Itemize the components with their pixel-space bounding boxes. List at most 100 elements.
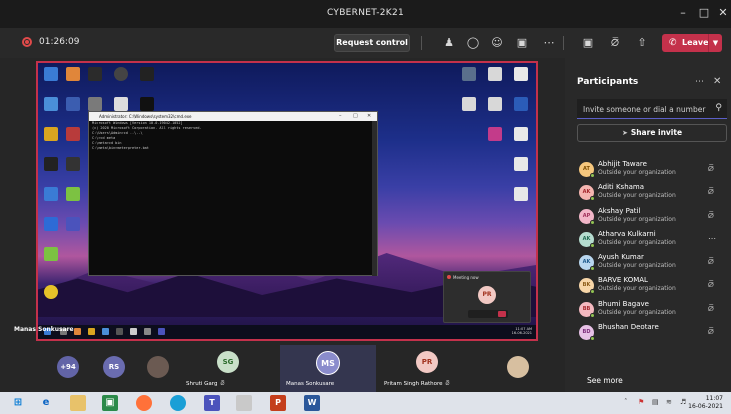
taskbar-app-icon[interactable] [236, 395, 252, 411]
chevron-down-icon[interactable]: ▼ [708, 34, 722, 52]
firefox-icon[interactable] [136, 395, 152, 411]
invite-input[interactable] [583, 102, 708, 116]
share-invite-button[interactable]: ➤ Share invite [577, 124, 727, 142]
status-badge [590, 196, 595, 202]
maximize-icon[interactable]: □ [697, 6, 711, 20]
participant-row[interactable]: BD Bhushan Deotare ⦱ [565, 321, 731, 344]
maximize-icon: □ [353, 113, 358, 119]
participant-tile[interactable]: MS Manas Sonkusare [280, 345, 376, 392]
participant-org: Outside your organization [598, 215, 676, 223]
minimize-icon[interactable]: – [676, 6, 690, 20]
volume-icon[interactable]: ♬ [680, 398, 686, 406]
wifi-icon[interactable]: ≋ [666, 398, 672, 406]
avatar-initials: BD [582, 329, 591, 336]
shared-clock: 11:07 AM 16-06-2021 [512, 327, 532, 335]
participant-org: Outside your organization [598, 238, 676, 246]
avatar-initials: BK [582, 282, 591, 289]
cmd-title-bar: Administrator: C:\Windows\system32\cmd.e… [89, 112, 377, 121]
mic-off-icon: ⦱ [708, 210, 714, 220]
desktop-icon [140, 97, 154, 111]
more-options-icon[interactable]: ⋯ [695, 77, 704, 87]
participant-row[interactable]: BK BARVE KOMAL Outside your organization ⦱ [565, 274, 731, 297]
people-icon[interactable]: ♟ [441, 35, 457, 51]
desktop-icon [44, 217, 58, 231]
desktop-icon [66, 97, 80, 111]
avatar: AK [579, 231, 595, 248]
taskbar-app-icon [130, 328, 137, 335]
network-icon[interactable]: ▤ [652, 398, 659, 406]
avatar-initials: BB [582, 305, 591, 312]
request-control-button[interactable]: Request control [334, 34, 410, 52]
avatar: BB [579, 301, 595, 318]
participant-tile[interactable] [140, 345, 176, 392]
teams-icon[interactable]: T [204, 395, 220, 411]
participant-tile[interactable]: SG Shruti Garg ⦱ [180, 345, 276, 392]
meeting-timer: 01:26:09 [39, 37, 80, 47]
taskbar-clock[interactable]: 11:07 16-06-2021 [688, 395, 723, 411]
camera-off-icon[interactable]: ▣ [580, 35, 596, 51]
file-explorer-icon[interactable] [70, 395, 86, 411]
title-bar: CYBERNET-2K21 – □ ✕ [0, 0, 731, 28]
taskbar-app-icon [88, 328, 95, 335]
desktop-icon [66, 187, 80, 201]
shared-taskbar: 11:07 AM 16-06-2021 [38, 325, 536, 339]
powerpoint-icon[interactable]: P [270, 395, 286, 411]
participant-tile-name: Shruti Garg ⦱ [186, 381, 224, 388]
avatar-initials: AT [583, 166, 590, 172]
search-icon[interactable]: ⚲ [715, 103, 722, 113]
mic-off-icon: ⦱ [445, 381, 450, 387]
share-icon: ➤ [621, 129, 628, 137]
store-icon[interactable]: ▣ [102, 395, 118, 411]
presenter-name: Manas Sonkusare [14, 326, 74, 333]
share-tray-icon[interactable]: ⇧ [634, 35, 650, 51]
desktop-icon [514, 97, 528, 111]
close-icon[interactable]: ✕ [713, 76, 721, 87]
desktop-icon [88, 97, 102, 111]
word-icon[interactable]: W [304, 395, 320, 411]
desktop-icon [66, 217, 80, 231]
participant-row[interactable]: AK Ayush Kumar Outside your organization ⦱ [565, 251, 731, 274]
status-badge [590, 336, 595, 342]
window-title: CYBERNET-2K21 [326, 8, 405, 18]
tray-app-icon[interactable]: ⚑ [638, 398, 644, 406]
desktop-icon [88, 67, 102, 81]
close-icon: ✕ [367, 113, 372, 119]
participant-tile[interactable] [500, 345, 536, 392]
participant-org: Outside your organization [598, 262, 676, 270]
chrome-icon[interactable] [170, 395, 186, 411]
participant-row[interactable]: BB Bhumi Bagave Outside your organization ⦱ [565, 298, 731, 321]
edge-icon[interactable]: e [38, 395, 54, 411]
more-actions-icon[interactable]: ⋯ [541, 35, 557, 51]
tray-chevron-icon[interactable]: ˆ [624, 398, 628, 406]
rooms-icon[interactable]: ▣ [514, 35, 530, 51]
taskbar-app-icon [74, 328, 81, 335]
overflow-participants-tile[interactable]: +94 [50, 345, 86, 392]
participant-tile[interactable]: RS [96, 345, 132, 392]
mic-off-icon: ⦱ [708, 187, 714, 197]
mic-off-icon[interactable]: ⦱ [607, 35, 623, 51]
participant-name: Abhijit Taware [598, 160, 647, 168]
participant-tile-label: Shruti Garg [186, 381, 218, 387]
avatar: MS [316, 351, 340, 375]
windows-start-icon[interactable]: ⊞ [10, 395, 26, 411]
participant-row[interactable]: AP Akshay Patil Outside your organization ⦱ [565, 205, 731, 228]
invite-field[interactable]: ⚲ [577, 99, 727, 119]
mic-off-icon: ⦱ [708, 303, 714, 313]
participant-row[interactable]: AT Abhijit Taware Outside your organizatio… [565, 158, 731, 181]
participant-tile[interactable]: PR Pritam Singh Rathore ⦱ [378, 345, 476, 392]
reactions-icon[interactable]: ☺ [489, 35, 505, 51]
more-options-icon[interactable]: ⋯ [708, 234, 716, 243]
mini-window-title: Meeting now [453, 275, 479, 280]
participant-tile-label: Manas Sonkusare [286, 381, 335, 387]
desktop-icon [514, 187, 528, 201]
close-icon[interactable]: ✕ [716, 6, 730, 20]
recording-icon [22, 37, 32, 47]
participant-row[interactable]: AK Atharva Kulkarni Outside your organizat… [565, 228, 731, 251]
desktop-icon [488, 127, 502, 141]
see-more-link[interactable]: See more [587, 376, 623, 385]
minimize-icon: – [339, 113, 342, 119]
leave-button[interactable]: ✆ Leave ▼ [662, 34, 722, 52]
participant-row[interactable]: AK Aditi Kshama Outside your organization ⦱ [565, 181, 731, 204]
clock-date: 16-06-2021 [688, 403, 723, 410]
chat-icon[interactable]: ◯ [465, 35, 481, 51]
